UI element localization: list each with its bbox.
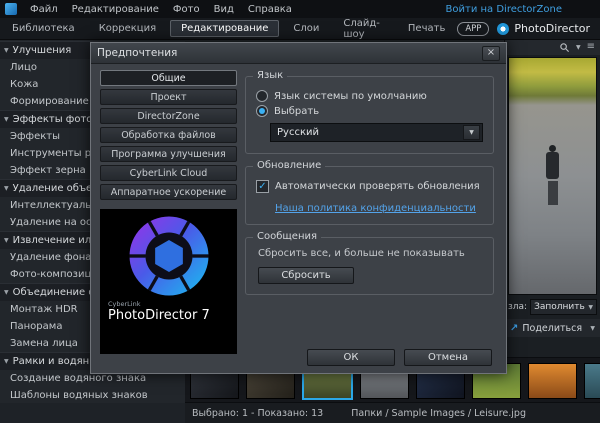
preferences-content: Язык Язык системы по умолчанию Выбрать Р…	[245, 76, 494, 307]
tab-adjustment[interactable]: Коррекция	[89, 21, 166, 36]
update-group: Обновление ✓ Автоматически проверять обн…	[245, 166, 494, 225]
menu-photo[interactable]: Фото	[166, 4, 207, 15]
reset-messages-text: Сбросить все, и больше не показывать	[258, 248, 483, 259]
photodirector7-label: PhotoDirector 7	[108, 308, 237, 323]
sidebar-header-label: Эффекты фото	[13, 111, 93, 128]
brand-name: PhotoDirector	[514, 22, 590, 35]
photo-figure	[549, 145, 556, 152]
share-icon: ↗	[510, 323, 518, 334]
chevron-down-icon: ▼	[4, 111, 9, 128]
radio-label: Выбрать	[274, 106, 319, 117]
current-file-path: Папки / Sample Images / Leisure.jpg	[351, 408, 526, 419]
menu-file[interactable]: Файл	[23, 4, 65, 15]
messages-group-label: Сообщения	[253, 231, 321, 242]
photodirector-logo-icon	[497, 23, 509, 35]
brand-logo: PhotoDirector	[497, 22, 590, 35]
radio-system-default-language[interactable]: Язык системы по умолчанию	[256, 90, 483, 102]
messages-group: Сообщения Сбросить все, и больше не пока…	[245, 237, 494, 295]
radio-label: Язык системы по умолчанию	[274, 91, 427, 102]
tab-print[interactable]: Печать	[398, 21, 455, 36]
preferences-dialog: Предпочтения × Общие Проект DirectorZone…	[90, 42, 507, 374]
checkbox-label: Автоматически проверять обновления	[275, 181, 480, 192]
chevron-down-icon: ▼	[588, 304, 593, 311]
panel-menu-icon[interactable]: ≡	[587, 42, 595, 52]
tab-slideshow[interactable]: Слайд-шоу	[333, 16, 394, 42]
radio-checked-icon	[256, 105, 268, 117]
preferences-nav: Общие Проект DirectorZone Обработка файл…	[100, 70, 237, 203]
zoom-fit-row: зла: Заполнить ▼	[505, 299, 600, 315]
photodirector-window: Файл Редактирование Фото Вид Справка Вой…	[0, 0, 600, 423]
check-icon: ✓	[258, 182, 266, 192]
prefs-nav-improvement-program[interactable]: Программа улучшения	[100, 146, 237, 162]
product-logo: CyberLink PhotoDirector 7	[100, 209, 237, 354]
sidebar-header-label: Улучшения	[13, 42, 72, 59]
chevron-down-icon: ▼	[4, 180, 9, 197]
prefs-nav-project[interactable]: Проект	[100, 89, 237, 105]
menu-help[interactable]: Справка	[241, 4, 299, 15]
browser-toolbar: ▼ ≡	[505, 39, 600, 55]
app-icon	[5, 3, 17, 15]
language-select[interactable]: Русский ▼	[270, 123, 483, 142]
app-store-badge[interactable]: APP	[457, 22, 489, 36]
dialog-buttons: ОК Отмена	[307, 349, 492, 366]
tab-edit[interactable]: Редактирование	[170, 20, 279, 37]
prefs-nav-general[interactable]: Общие	[100, 70, 237, 86]
menu-view[interactable]: Вид	[207, 4, 241, 15]
chevron-down-icon: ▼	[590, 325, 595, 332]
status-bar: Выбрано: 1 - Показано: 13 Папки / Sample…	[185, 402, 600, 423]
photo-preview	[508, 57, 597, 295]
tab-library[interactable]: Библиотека	[2, 21, 85, 36]
share-label: Поделиться	[522, 323, 582, 334]
photo-figure	[546, 152, 559, 179]
filmstrip-thumbnail[interactable]	[528, 363, 577, 399]
dialog-title-bar[interactable]: Предпочтения ×	[91, 43, 506, 64]
prefs-nav-file-handling[interactable]: Обработка файлов	[100, 127, 237, 143]
module-tab-bar: Библиотека Коррекция Редактирование Слои…	[0, 18, 600, 40]
search-icon[interactable]	[559, 42, 570, 53]
radio-icon	[256, 90, 268, 102]
chevron-down-icon[interactable]: ▼	[576, 44, 581, 51]
prefs-nav-directorzone[interactable]: DirectorZone	[100, 108, 237, 124]
sidebar-item-watermark-templates[interactable]: Шаблоны водяных знаков	[0, 387, 185, 403]
privacy-policy-link[interactable]: Наша политика конфиденциальности	[275, 203, 476, 214]
tab-layers[interactable]: Слои	[283, 21, 329, 36]
language-group: Язык Язык системы по умолчанию Выбрать Р…	[245, 76, 494, 154]
checkbox-icon: ✓	[256, 180, 269, 193]
radio-choose-language[interactable]: Выбрать	[256, 105, 483, 117]
ok-button[interactable]: ОК	[307, 349, 395, 366]
signin-directorzone-link[interactable]: Войти на DirectorZone	[446, 4, 562, 15]
fit-mode-select[interactable]: Заполнить ▼	[530, 299, 597, 315]
chevron-down-icon: ▼	[463, 125, 480, 140]
aperture-logo-icon	[127, 214, 211, 298]
chevron-down-icon: ▼	[4, 353, 9, 370]
selection-count: Выбрано: 1 - Показано: 13	[192, 408, 323, 419]
dialog-title: Предпочтения	[97, 47, 177, 59]
reset-button[interactable]: Сбросить	[258, 267, 354, 284]
fit-label-fragment: зла:	[508, 302, 527, 312]
chevron-down-icon: ▼	[4, 232, 9, 249]
right-panel: ▼ ≡ зла: Заполнить ▼ ↗ Поделиться ▼	[504, 39, 600, 358]
cancel-button[interactable]: Отмена	[404, 349, 492, 366]
cyberlink-label: CyberLink	[108, 300, 237, 308]
update-group-label: Обновление	[253, 160, 325, 171]
chevron-down-icon: ▼	[4, 284, 9, 301]
prefs-nav-hardware-acceleration[interactable]: Аппаратное ускорение	[100, 184, 237, 200]
language-group-label: Язык	[253, 70, 287, 81]
auto-update-checkbox[interactable]: ✓ Автоматически проверять обновления	[256, 180, 483, 193]
filmstrip-thumbnail[interactable]	[584, 363, 600, 399]
menu-bar: Файл Редактирование Фото Вид Справка Вой…	[0, 0, 600, 18]
prefs-nav-cyberlink-cloud[interactable]: CyberLink Cloud	[100, 165, 237, 181]
share-button[interactable]: ↗ Поделиться ▼	[505, 319, 600, 337]
chevron-down-icon: ▼	[4, 42, 9, 59]
photo-figure	[548, 181, 558, 205]
menu-edit[interactable]: Редактирование	[65, 4, 166, 15]
fit-mode-value: Заполнить	[534, 302, 585, 312]
language-select-value: Русский	[277, 127, 319, 138]
close-icon[interactable]: ×	[482, 46, 500, 61]
